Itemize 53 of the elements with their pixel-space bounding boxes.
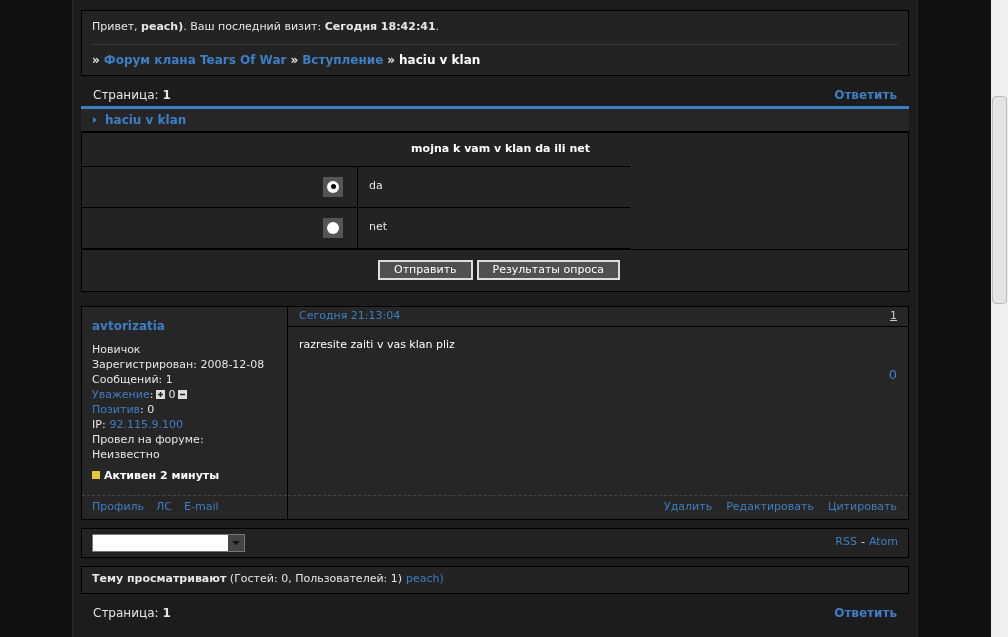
page-label: Страница: 1	[93, 604, 171, 622]
poll-option-label: da	[369, 178, 383, 195]
reply-link[interactable]: Ответить	[834, 85, 897, 104]
feed-separator: -	[860, 534, 865, 551]
poll-button[interactable]: Результаты опроса	[476, 260, 620, 280]
greeting-text: Привет, peach). Ваш последний визит: Сегодня 18:42:41.	[92, 19, 898, 45]
scrollbar[interactable]	[991, 0, 1008, 637]
atom-link[interactable]: Atom	[868, 534, 898, 551]
breadcrumb-separator: »	[387, 51, 396, 69]
positive-value: : 0	[140, 401, 155, 417]
breadcrumb-link[interactable]: Форум клана Tears Of War	[103, 50, 287, 69]
author-rank: Новичок	[92, 341, 142, 357]
breadcrumb-separator: »	[290, 51, 299, 69]
respect-value: 0	[168, 386, 176, 402]
post-body: razresite zaiti v vas klan pliz	[299, 336, 456, 353]
breadcrumb-link[interactable]: Вступление	[302, 50, 384, 69]
respect-link[interactable]: Уважение	[92, 386, 150, 402]
colon-text: :	[149, 386, 154, 402]
viewer-user-link[interactable]: peach)	[406, 571, 444, 588]
profile-field: Сообщений: 1	[92, 371, 277, 387]
jump-select[interactable]	[92, 533, 245, 552]
poll-question: mojna k vam v klan da ili net	[411, 140, 590, 157]
breadcrumb-separator: »	[92, 51, 100, 69]
reply-link[interactable]: Ответить	[834, 603, 897, 622]
radio-button[interactable]	[323, 176, 343, 197]
post-rating: 0	[888, 366, 897, 384]
profile-link[interactable]: ЛС	[156, 498, 172, 516]
status-text: Активен 2 минуты	[104, 467, 220, 483]
poll-option-label: net	[369, 219, 388, 236]
status-icon	[92, 471, 100, 479]
poll-button[interactable]: Отправить	[378, 260, 473, 280]
post-action-link[interactable]: Редактировать	[726, 498, 814, 516]
post-number-link[interactable]: 1	[890, 307, 897, 325]
plus-icon[interactable]	[156, 389, 166, 399]
caret-icon	[228, 534, 244, 551]
radio-button[interactable]	[323, 217, 343, 238]
viewers-text: Тему просматривают (Гостей: 0, Пользователей: 1)	[92, 571, 403, 588]
author-name[interactable]: avtorizatia	[92, 318, 277, 334]
rss-link[interactable]: RSS	[835, 534, 857, 551]
profile-link[interactable]: E-mail	[184, 498, 219, 516]
post-action-link[interactable]: Удалить	[664, 498, 713, 516]
post-date: Сегодня 21:13:04	[299, 307, 401, 324]
profile-link[interactable]: Профиль	[92, 498, 145, 516]
post-action-link[interactable]: Цитировать	[827, 498, 897, 516]
page-label: Страница: 1	[93, 86, 171, 104]
profile-field: Зарегистрирован: 2008-12-08	[92, 356, 277, 372]
breadcrumb-current: haciu v klan	[399, 51, 481, 69]
profile-field: Провел на форуме: Неизвестно	[92, 431, 277, 462]
ip-link[interactable]: 92.115.9.100	[109, 416, 184, 432]
ip-label: IP:	[92, 416, 106, 432]
topic-title: haciu v klan	[105, 111, 187, 129]
minus-icon[interactable]	[178, 389, 188, 399]
triangle-icon	[93, 116, 97, 123]
